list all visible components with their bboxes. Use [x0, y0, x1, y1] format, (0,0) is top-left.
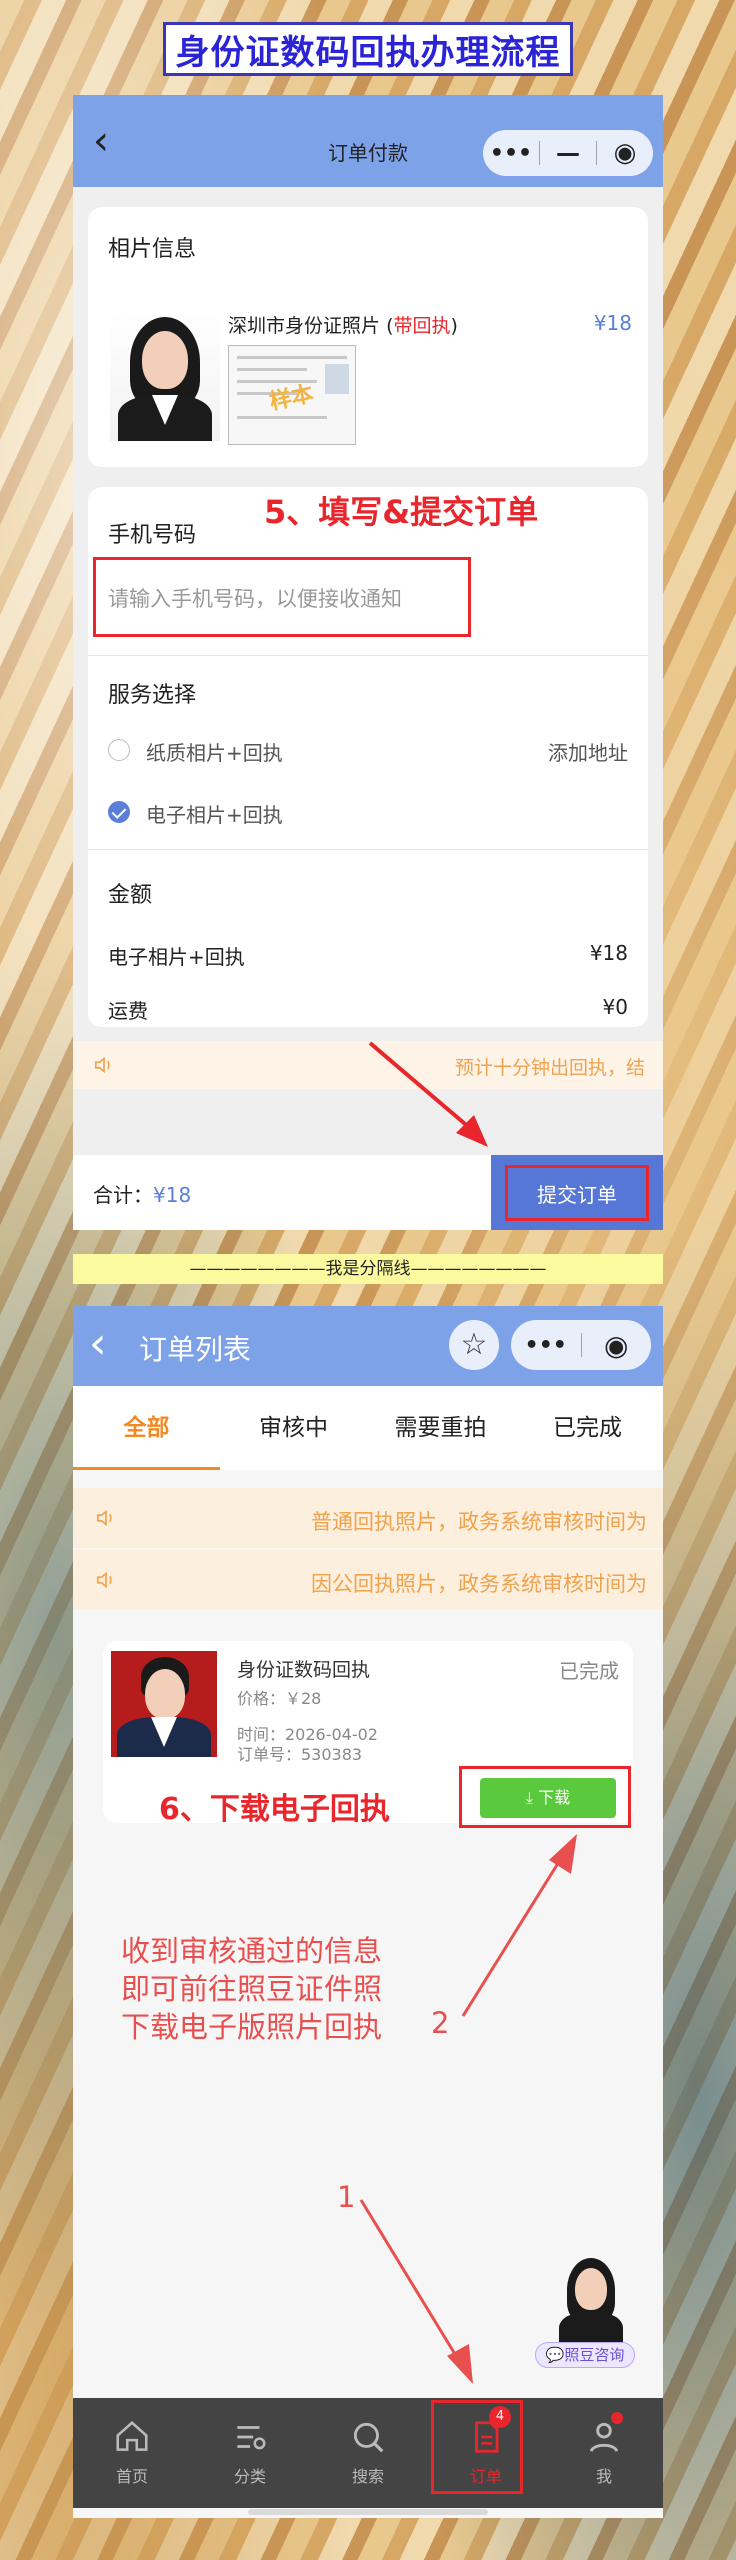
section-title-service: 服务选择 [108, 683, 197, 708]
submit-order-button[interactable]: 提交订单 [491, 1155, 663, 1230]
option-digital-photo-label: 电子相片+回执 [146, 803, 283, 827]
photo-info-card: 相片信息 深圳市身份证照片 (带回执) ¥18 样本 [88, 207, 648, 467]
tabbar-orders[interactable]: 4 订单 [427, 2398, 545, 2508]
total-amount: 合计：¥18 [93, 1183, 192, 1207]
id-photo [110, 311, 220, 441]
nav-bar: ‹ 订单付款 ••• — ◉ [73, 95, 663, 187]
amount-item-label: 电子相片+回执 [108, 945, 245, 969]
speaker-icon [96, 1571, 112, 1589]
consultant-avatar [559, 2256, 623, 2346]
bottom-tab-bar: 首页 分类 搜索 4 订单 我 [73, 2398, 663, 2508]
consult-widget[interactable]: 💬照豆咨询 [535, 2256, 645, 2396]
product-name: 深圳市身份证照片 (带回执) [228, 315, 458, 337]
speaker-icon [94, 1056, 110, 1074]
step5-annotation: 5、填写&提交订单 [264, 493, 539, 531]
more-icon[interactable]: ••• [511, 1333, 581, 1358]
receipt-sample-image: 样本 [228, 345, 356, 445]
page-title: 订单列表 [139, 1333, 252, 1366]
banner-title: 身份证数码回执办理流程 [163, 22, 573, 76]
tab-reviewing[interactable]: 审核中 [220, 1386, 367, 1470]
separator-line: ————————我是分隔线———————— [73, 1254, 663, 1284]
notice-text-2: 因公回执照片，政务系统审核时间为 [311, 1572, 647, 1596]
order-tabs: 全部 审核中 需要重拍 已完成 [73, 1386, 663, 1470]
active-tab-underline [73, 1467, 220, 1470]
more-icon[interactable]: ••• [483, 141, 539, 166]
order-form-card: 手机号码 5、填写&提交订单 请输入手机号码，以便接收通知 服务选择 纸质相片+… [88, 487, 648, 1027]
tab-retake[interactable]: 需要重拍 [367, 1386, 514, 1470]
step6-arrow-icon [461, 1834, 577, 2017]
instruction-line-1: 收到审核通过的信息 [121, 1934, 383, 1968]
step5-arrow-icon [368, 1041, 488, 1147]
phone-input[interactable]: 请输入手机号码，以便接收通知 [108, 583, 402, 613]
radio-paper-photo[interactable] [108, 739, 130, 761]
section-title-phone: 手机号码 [108, 523, 197, 548]
close-target-icon[interactable]: ◉ [582, 1329, 652, 1362]
order-title: 身份证数码回执 [237, 1659, 371, 1681]
order-list-screen: ‹ 订单列表 ☆ ••• ◉ 全部 审核中 需要重拍 已完成 普通回执照片，政务… [73, 1306, 663, 2518]
mini-program-capsule: ••• — ◉ [483, 130, 653, 176]
tabbar-category[interactable]: 分类 [191, 2398, 309, 2508]
tabbar-me[interactable]: 我 [545, 2398, 663, 2508]
category-icon [237, 2426, 266, 2450]
mini-program-capsule: ••• ◉ [511, 1320, 651, 1370]
radio-digital-photo[interactable] [108, 801, 130, 823]
favorite-star-icon[interactable]: ☆ [449, 1320, 499, 1370]
home-indicator [248, 2509, 488, 2515]
notice-text-1: 普通回执照片，政务系统审核时间为 [311, 1510, 647, 1534]
download-button[interactable]: ⤓ 下载 [480, 1778, 616, 1818]
order-price: 价格：￥28 [237, 1689, 322, 1708]
step6-annotation: 6、下载电子回执 [159, 1792, 390, 1827]
step-number-1: 1 [337, 2180, 356, 2214]
orders-tab-highlight [431, 2400, 523, 2494]
add-address-link[interactable]: 添加地址 [548, 737, 628, 766]
notice-bar-2: 因公回执照片，政务系统审核时间为 [73, 1550, 663, 1610]
step1-arrow-icon [359, 2199, 473, 2384]
order-status: 已完成 [559, 1659, 619, 1683]
section-title-photo: 相片信息 [108, 237, 197, 262]
amount-item-value: ¥18 [589, 941, 628, 965]
order-photo [111, 1651, 217, 1757]
consult-label-box: 💬照豆咨询 [535, 2342, 635, 2368]
chat-icon: 💬 [545, 2346, 565, 2364]
search-icon [353, 2422, 384, 2453]
option-paper-photo-label: 纸质相片+回执 [146, 741, 283, 765]
submit-bar: 合计：¥18 提交订单 [73, 1155, 663, 1230]
close-target-icon[interactable]: ◉ [597, 138, 653, 168]
tabbar-home[interactable]: 首页 [73, 2398, 191, 2508]
nav-bar-orders: ‹ 订单列表 ☆ ••• ◉ [73, 1306, 663, 1386]
home-icon [116, 2421, 148, 2451]
notice-bar-1: 普通回执照片，政务系统审核时间为 [73, 1488, 663, 1548]
shipping-value: ¥0 [602, 995, 628, 1019]
tab-completed[interactable]: 已完成 [514, 1386, 661, 1470]
receipt-tag: 带回执 [393, 315, 451, 337]
product-price: ¥18 [593, 311, 632, 335]
step-number-2: 2 [431, 2006, 450, 2040]
notification-dot [611, 2412, 623, 2424]
tab-all[interactable]: 全部 [73, 1386, 220, 1470]
minimize-icon[interactable]: — [540, 139, 596, 167]
instruction-line-2: 即可前往照豆证件照 [121, 1972, 383, 2006]
tabbar-search[interactable]: 搜索 [309, 2398, 427, 2508]
order-number: 订单号：530383 [237, 1745, 363, 1764]
shipping-label: 运费 [108, 999, 148, 1023]
instruction-line-3: 下载电子版照片回执 [121, 2010, 383, 2044]
back-icon[interactable]: ‹ [89, 1318, 107, 1369]
speaker-icon [96, 1509, 112, 1527]
section-title-amount: 金额 [108, 883, 153, 908]
